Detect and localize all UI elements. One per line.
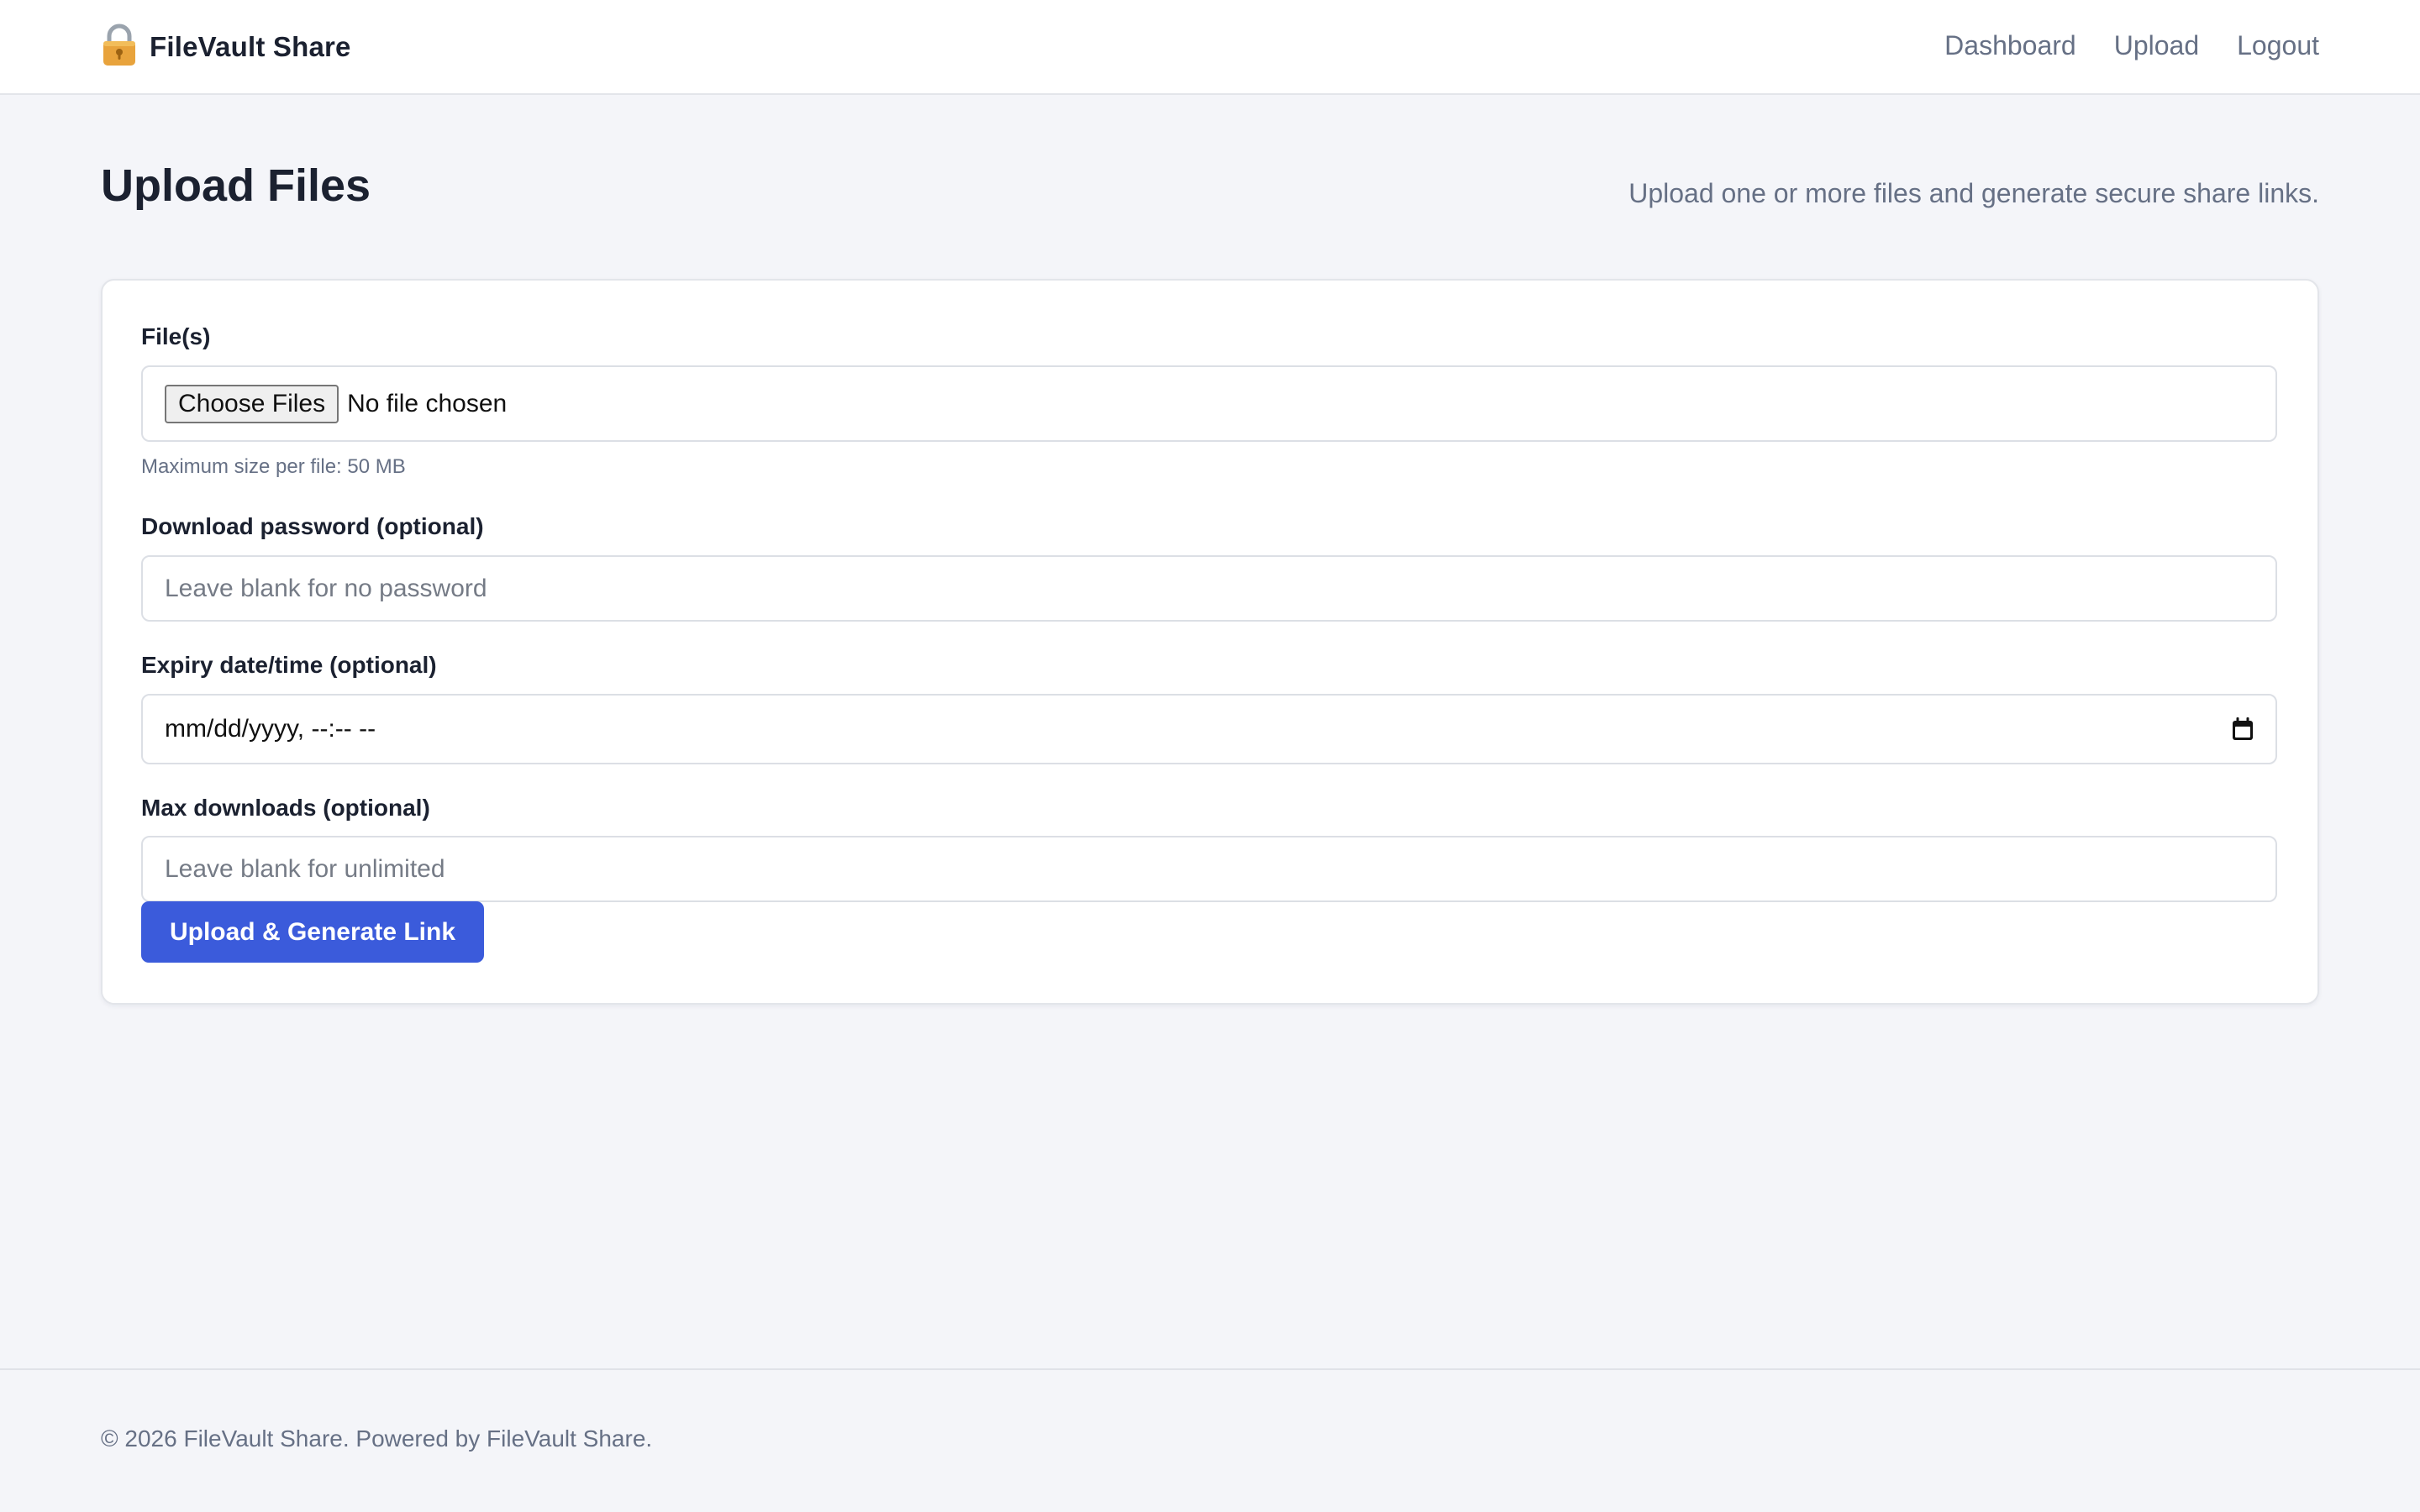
password-input[interactable]	[141, 555, 2277, 622]
expiry-label: Expiry date/time (optional)	[141, 652, 437, 678]
brand-name: FileVault Share	[150, 30, 351, 62]
files-label: File(s)	[141, 323, 211, 349]
upload-generate-link-button[interactable]: Upload & Generate Link	[141, 901, 484, 963]
calendar-icon[interactable]	[2232, 717, 2254, 741]
choose-files-button[interactable]: Choose Files	[165, 384, 339, 423]
expiry-datetime-input[interactable]: mm/dd/yyyy, --:-- --	[141, 694, 2277, 764]
page-subtitle: Upload one or more files and generate se…	[1628, 178, 2319, 208]
file-status: No file chosen	[347, 389, 508, 417]
max-downloads-input[interactable]	[141, 836, 2277, 902]
nav-logout-link[interactable]: Logout	[2237, 30, 2319, 61]
nav-upload-link[interactable]: Upload	[2114, 30, 2199, 61]
page-title: Upload Files	[101, 160, 371, 211]
main-nav: Dashboard Upload Logout	[1944, 0, 2319, 91]
password-label: Download password (optional)	[141, 513, 484, 539]
footer-divider	[0, 1368, 2420, 1370]
max-downloads-label: Max downloads (optional)	[141, 795, 430, 821]
top-navbar: FileVault Share Dashboard Upload Logout	[0, 0, 2420, 95]
file-input[interactable]: Choose Files No file chosen	[141, 365, 2277, 442]
expiry-datetime-value: mm/dd/yyyy, --:-- --	[165, 715, 376, 743]
footer-copyright: © 2026 FileVault Share. Powered by FileV…	[101, 1425, 653, 1452]
lock-icon	[103, 24, 135, 66]
brand[interactable]: FileVault Share	[101, 0, 351, 93]
nav-dashboard-link[interactable]: Dashboard	[1944, 30, 2076, 61]
file-size-help: Maximum size per file: 50 MB	[141, 455, 406, 478]
